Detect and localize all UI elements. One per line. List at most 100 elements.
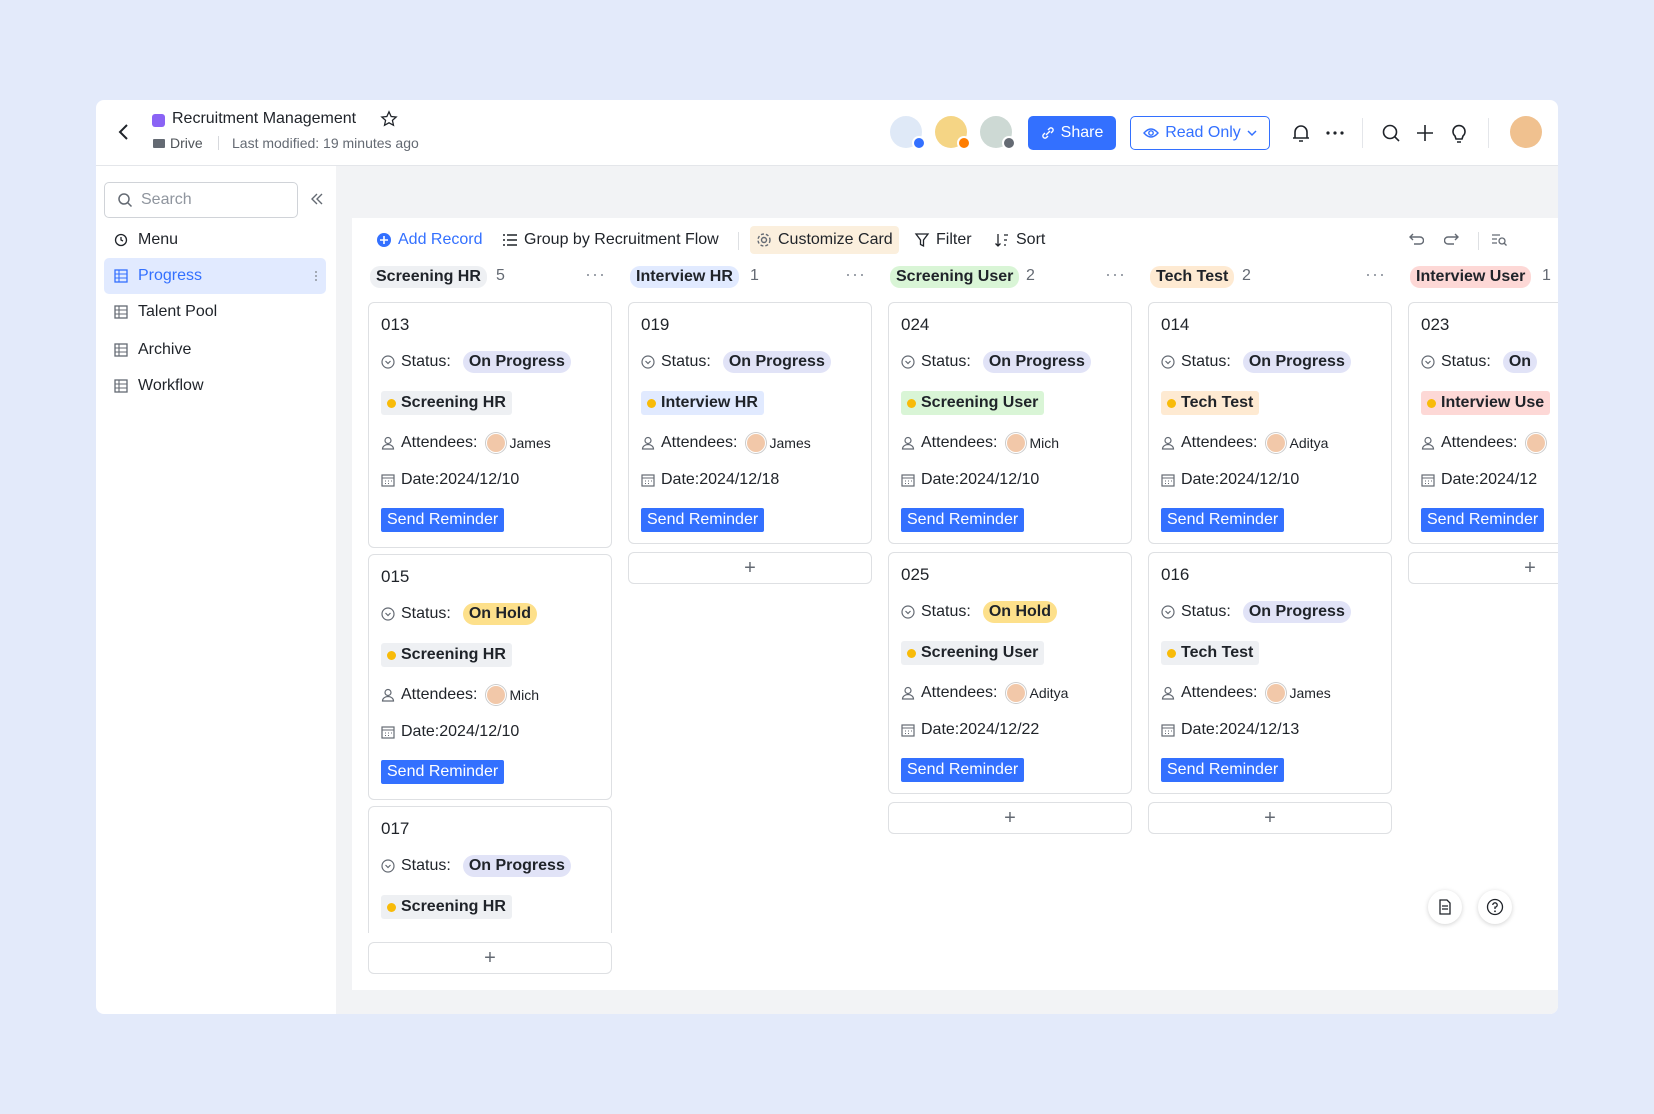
send-reminder-button[interactable]: Send Reminder xyxy=(1421,508,1545,532)
sidebar-item-menu[interactable]: Menu xyxy=(104,222,326,258)
date-label: Date: xyxy=(1181,471,1220,488)
add-card-button[interactable]: + xyxy=(368,942,612,974)
record-card[interactable]: 013 Status: On Progress Screening HR Att… xyxy=(368,302,612,548)
sort-button[interactable]: Sort xyxy=(994,226,1045,254)
stage-dot xyxy=(907,398,916,408)
sidebar-item-label: Talent Pool xyxy=(138,303,218,320)
date-row: Date: 2024/12/10 xyxy=(381,471,519,489)
column-title[interactable]: Screening User xyxy=(890,266,1020,288)
date-row: Date: 2024/12/13 xyxy=(1161,721,1299,739)
record-card[interactable]: 016 Status: On Progress Tech Test Attend… xyxy=(1148,552,1392,794)
sidebar-item-talent-pool[interactable]: Talent Pool xyxy=(104,294,326,330)
record-id: 019 xyxy=(641,315,670,334)
record-card[interactable]: 014 Status: On Progress Tech Test Attend… xyxy=(1148,302,1392,544)
attendee-avatar xyxy=(745,433,766,453)
sidebar-item-progress[interactable]: Progress xyxy=(104,258,326,294)
bell-icon[interactable] xyxy=(1290,122,1312,144)
more-icon[interactable]: ··· xyxy=(845,264,866,285)
attendee-name: Aditya xyxy=(1029,685,1069,701)
filter-button[interactable]: Filter xyxy=(914,226,972,254)
record-card[interactable]: 023 Status: On Interview Use Attendees: xyxy=(1408,302,1558,544)
status-badge: On Progress xyxy=(462,855,571,877)
help-button[interactable] xyxy=(1478,890,1512,924)
sidebar-item-label: Archive xyxy=(138,341,192,358)
more-icon[interactable]: ··· xyxy=(1365,264,1386,285)
attendees-label: Attendees: xyxy=(921,684,998,701)
sidebar-item-archive[interactable]: Archive xyxy=(104,332,326,368)
stage-tag: Screening User xyxy=(901,391,1045,415)
search-icon[interactable] xyxy=(1380,122,1402,144)
send-reminder-button[interactable]: Send Reminder xyxy=(381,760,505,784)
column-title[interactable]: Interview HR xyxy=(630,266,739,288)
send-reminder-button[interactable]: Send Reminder xyxy=(381,508,505,532)
attendee-name: Mich xyxy=(509,687,540,703)
add-card-button[interactable]: + xyxy=(1148,802,1392,834)
record-card[interactable]: 019 Status: On Progress Interview HR Att… xyxy=(628,302,872,544)
record-card[interactable]: 025 Status: On Hold Screening User Atten… xyxy=(888,552,1132,794)
stage-label: Screening User xyxy=(921,644,1039,661)
more-icon[interactable]: ··· xyxy=(585,264,606,285)
column-title[interactable]: Tech Test xyxy=(1150,266,1235,288)
user-avatar[interactable] xyxy=(1510,116,1542,148)
group-by-button[interactable]: Group by Recruitment Flow xyxy=(502,226,719,254)
send-reminder-button[interactable]: Send Reminder xyxy=(901,758,1025,782)
drive-location[interactable]: Drive xyxy=(170,135,203,151)
attendees-label: Attendees: xyxy=(1181,684,1258,701)
stage-row: Tech Test xyxy=(1161,641,1260,665)
search-records-icon[interactable] xyxy=(1490,230,1508,248)
status-label: Status xyxy=(661,353,707,370)
more-icon[interactable]: ··· xyxy=(1105,264,1126,285)
view-toolbar: Add Record Group by Recruitment Flow Cus… xyxy=(352,218,1558,258)
send-reminder-button[interactable]: Send Reminder xyxy=(1161,758,1285,782)
colon: : xyxy=(1486,353,1491,370)
read-only-dropdown[interactable]: Read Only xyxy=(1130,116,1270,150)
calendar-icon xyxy=(901,474,915,487)
share-button[interactable]: Share xyxy=(1028,116,1116,150)
sidebar-item-label: Menu xyxy=(138,231,179,248)
document-button[interactable] xyxy=(1428,890,1462,924)
search-placeholder: Search xyxy=(141,191,192,208)
column-count: 5 xyxy=(496,267,505,284)
star-icon[interactable] xyxy=(380,110,398,128)
more-icon[interactable] xyxy=(1324,122,1346,144)
column-header: Screening User 2 ··· xyxy=(888,262,1132,298)
send-reminder-button[interactable]: Send Reminder xyxy=(1161,508,1285,532)
column-header: Tech Test 2 ··· xyxy=(1148,262,1392,298)
add-record-button[interactable]: Add Record xyxy=(376,226,483,254)
status-badge: On Progress xyxy=(462,351,571,373)
customize-card-button[interactable]: Customize Card xyxy=(750,226,899,254)
plus-icon[interactable] xyxy=(1414,122,1436,144)
date-row: Date: 2024/12/10 xyxy=(381,723,519,741)
undo-icon[interactable] xyxy=(1406,230,1424,248)
collapse-sidebar-icon[interactable] xyxy=(310,192,324,206)
stage-row: Screening HR xyxy=(381,643,512,667)
back-arrow-icon[interactable] xyxy=(114,122,134,142)
send-reminder-button[interactable]: Send Reminder xyxy=(641,508,765,532)
sidebar-item-workflow[interactable]: Workflow xyxy=(104,368,326,404)
stage-dot xyxy=(387,398,396,408)
more-vertical-icon[interactable] xyxy=(314,270,318,282)
status-icon xyxy=(381,859,395,873)
record-card[interactable]: 017 Status: On Progress Screening HR xyxy=(368,806,612,933)
add-card-button[interactable]: + xyxy=(628,552,872,584)
record-card[interactable]: 024 Status: On Progress Screening User A… xyxy=(888,302,1132,544)
record-id: 013 xyxy=(381,315,410,334)
column-title[interactable]: Interview User xyxy=(1410,266,1532,288)
search-input[interactable]: Search xyxy=(104,182,298,218)
document-title[interactable]: Recruitment Management xyxy=(172,110,356,128)
record-card[interactable]: 015 Status: On Hold Screening HR Attende… xyxy=(368,554,612,800)
attendee-avatar xyxy=(485,433,506,453)
status-badge: On Progress xyxy=(722,351,831,373)
add-card-button[interactable]: + xyxy=(888,802,1132,834)
attendees-label: Attendees: xyxy=(401,686,478,703)
sort-label: Sort xyxy=(1016,231,1046,248)
date-row: Date: 2024/12/10 xyxy=(1161,471,1299,489)
send-reminder-button[interactable]: Send Reminder xyxy=(901,508,1025,532)
redo-icon[interactable] xyxy=(1444,230,1462,248)
last-modified: Last modified: 19 minutes ago xyxy=(232,135,419,151)
attendees-row: Attendees: James xyxy=(641,433,811,453)
table-icon xyxy=(114,343,128,357)
add-card-button[interactable]: + xyxy=(1408,552,1558,584)
column-title[interactable]: Screening HR xyxy=(370,266,487,288)
lightbulb-icon[interactable] xyxy=(1448,122,1470,144)
